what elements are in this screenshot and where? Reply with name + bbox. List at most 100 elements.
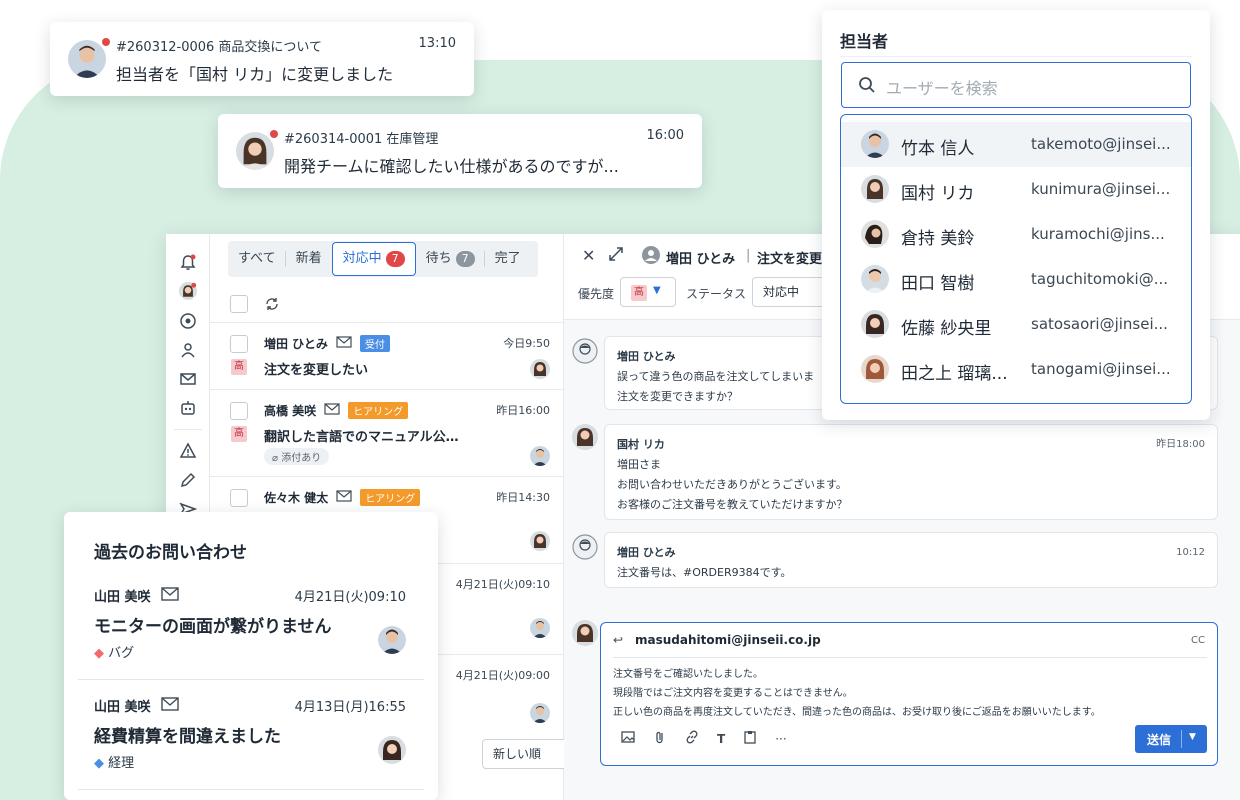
link-icon[interactable] bbox=[685, 730, 699, 747]
row-subject: 翻訳した言語でのマニュアル公… bbox=[264, 430, 459, 445]
sort-label: 新しい順 bbox=[493, 747, 542, 761]
list-item[interactable]: 田之上 瑠璃... tanogami@jinsei... bbox=[841, 347, 1191, 392]
ticket-title: 注文を変更 bbox=[757, 252, 823, 267]
paperclip-icon[interactable] bbox=[653, 730, 667, 747]
customer-name: 高橋 美咲 bbox=[264, 404, 317, 418]
dropdown-title: 担当者 bbox=[840, 32, 889, 51]
assignee-avatar bbox=[530, 618, 550, 638]
avatar bbox=[861, 130, 889, 158]
avatar bbox=[861, 355, 889, 383]
list-item[interactable]: 倉持 美鈴 kuramochi@jins... bbox=[841, 212, 1191, 257]
mail-icon bbox=[324, 403, 340, 418]
panel-title: 過去のお問い合わせ bbox=[94, 543, 247, 563]
status-tabs: すべて 新着 対応中 7 待ち 7 完了 bbox=[228, 241, 538, 277]
my-avatar[interactable] bbox=[177, 282, 199, 304]
user-name: 田口 智樹 bbox=[901, 274, 975, 294]
avatar bbox=[861, 175, 889, 203]
toast-time: 16:00 bbox=[646, 128, 684, 143]
notification-toast[interactable]: #260314-0001 在庫管理 16:00 開発チームに確認したい仕様がある… bbox=[218, 114, 702, 188]
list-item[interactable]: 竹本 信人 takemoto@jinsei... bbox=[841, 122, 1191, 167]
user-list: 竹本 信人 takemoto@jinsei... 国村 リカ kunimura@… bbox=[840, 114, 1192, 404]
user-email: kunimura@jinsei... bbox=[1031, 180, 1171, 198]
cc-button[interactable]: CC bbox=[1191, 635, 1205, 646]
list-item[interactable]: 佐藤 紗央里 satosaori@jinsei... bbox=[841, 302, 1191, 347]
close-icon[interactable]: ✕ bbox=[582, 246, 595, 265]
template-icon[interactable] bbox=[743, 730, 757, 747]
send-button[interactable]: 送信 ▼ bbox=[1135, 725, 1207, 753]
row-checkbox[interactable] bbox=[230, 489, 248, 507]
recipient-email[interactable]: masudahitomi@jinseii.co.jp bbox=[635, 633, 821, 647]
paperclip-icon: ⌀ bbox=[272, 453, 282, 464]
refresh-icon[interactable] bbox=[264, 296, 280, 312]
table-row[interactable]: 増田 ひとみ 受付 今日9:50 高 注文を変更したい bbox=[210, 322, 564, 390]
row-time: 昨日16:00 bbox=[496, 404, 550, 417]
tab-all[interactable]: すべて bbox=[228, 241, 286, 277]
mail-icon[interactable] bbox=[179, 370, 197, 388]
message-bubble: 増田 ひとみ 10:12 注文番号は、#ORDER9384です。 bbox=[604, 532, 1218, 588]
assignee-avatar bbox=[530, 359, 550, 379]
priority-badge: 高 bbox=[631, 285, 647, 301]
avatar bbox=[68, 40, 106, 78]
priority-select[interactable]: 高 ▼ bbox=[620, 277, 676, 307]
row-time: 4月21日(火)09:10 bbox=[455, 578, 550, 591]
avatar bbox=[861, 265, 889, 293]
status-badge: ヒアリング bbox=[348, 402, 409, 419]
agent-avatar bbox=[572, 424, 598, 450]
user-email: kuramochi@jins... bbox=[1031, 225, 1165, 243]
row-checkbox[interactable] bbox=[230, 335, 248, 353]
status-select[interactable]: 対応中 bbox=[752, 277, 832, 307]
search-icon bbox=[858, 76, 876, 94]
tab-new[interactable]: 新着 bbox=[286, 241, 332, 277]
more-icon[interactable]: ··· bbox=[775, 732, 786, 746]
mail-icon bbox=[336, 336, 352, 351]
bell-icon[interactable] bbox=[179, 254, 197, 272]
tab-done[interactable]: 完了 bbox=[485, 241, 531, 277]
attachment-label: 添付あり bbox=[281, 453, 322, 464]
message-author: 増田 ひとみ bbox=[617, 546, 676, 559]
tab-waiting[interactable]: 待ち 7 bbox=[416, 241, 485, 277]
user-icon[interactable] bbox=[179, 341, 197, 359]
status-value: 対応中 bbox=[763, 285, 800, 299]
person-icon bbox=[642, 246, 660, 264]
text-format-icon[interactable]: T bbox=[717, 732, 725, 746]
search-placeholder: ユーザーを検索 bbox=[886, 79, 998, 98]
list-item[interactable]: 山田 美咲 4月13日(月)16:55 経費精算を間違えました ◆ 経理 bbox=[78, 682, 424, 790]
list-item[interactable]: 国村 リカ kunimura@jinsei... bbox=[841, 167, 1191, 212]
notification-toast[interactable]: #260312-0006 商品交換について 13:10 担当者を「国村 リカ」に… bbox=[50, 22, 474, 96]
target-icon[interactable] bbox=[179, 312, 197, 330]
expand-icon[interactable] bbox=[608, 246, 624, 262]
search-input[interactable]: ユーザーを検索 bbox=[841, 62, 1191, 108]
assignee-avatar bbox=[530, 446, 550, 466]
list-item[interactable]: 田口 智樹 taguchitomoki@... bbox=[841, 257, 1191, 302]
bot-icon[interactable] bbox=[179, 399, 197, 417]
status-badge: 受付 bbox=[359, 335, 390, 352]
list-item[interactable]: 山田 美咲 4月21日(火)09:10 モニターの画面が繋がりません ◆ バグ bbox=[78, 572, 424, 680]
select-all-checkbox[interactable] bbox=[230, 295, 248, 313]
reply-icon: ↩ bbox=[613, 633, 624, 647]
reply-composer[interactable]: ↩ masudahitomi@jinseii.co.jp CC 注文番号をご確認… bbox=[600, 622, 1218, 766]
user-name: 田之上 瑠璃... bbox=[901, 364, 1008, 384]
send-divider bbox=[1181, 730, 1182, 748]
list-toolbar bbox=[230, 294, 280, 314]
compose-body[interactable]: 注文番号をご確認いたしました。 現段階ではご注文内容を変更することはできません。… bbox=[613, 665, 1207, 722]
unread-dot bbox=[102, 38, 110, 46]
compose-line: 注文番号をご確認いたしました。 bbox=[613, 669, 763, 680]
message-bubble: 国村 リカ 昨日18:00 増田さま お問い合わせいただきありがとうございます。… bbox=[604, 424, 1218, 520]
tab-label: 完了 bbox=[494, 251, 521, 266]
table-row[interactable]: 高橋 美咲 ヒアリング 昨日16:00 高 翻訳した言語でのマニュアル公… ⌀ … bbox=[210, 389, 564, 477]
caret-down-icon[interactable]: ▼ bbox=[1189, 732, 1196, 742]
avatar bbox=[236, 132, 274, 170]
edit-icon[interactable] bbox=[179, 471, 197, 489]
tag-icon: ◆ bbox=[94, 646, 104, 661]
row-checkbox[interactable] bbox=[230, 402, 248, 420]
toast-message: 担当者を「国村 リカ」に変更しました bbox=[116, 65, 394, 84]
toast-ticket: #260314-0001 在庫管理 bbox=[284, 132, 439, 147]
assignee-avatar bbox=[378, 626, 406, 654]
tab-in-progress[interactable]: 対応中 7 bbox=[331, 242, 416, 276]
item-subject: モニターの画面が繋がりません bbox=[94, 617, 332, 637]
user-name: 国村 リカ bbox=[901, 184, 975, 204]
image-icon[interactable] bbox=[621, 730, 635, 747]
tab-count: 7 bbox=[385, 251, 405, 267]
warning-icon[interactable] bbox=[179, 442, 197, 460]
user-email: taguchitomoki@... bbox=[1031, 270, 1169, 288]
